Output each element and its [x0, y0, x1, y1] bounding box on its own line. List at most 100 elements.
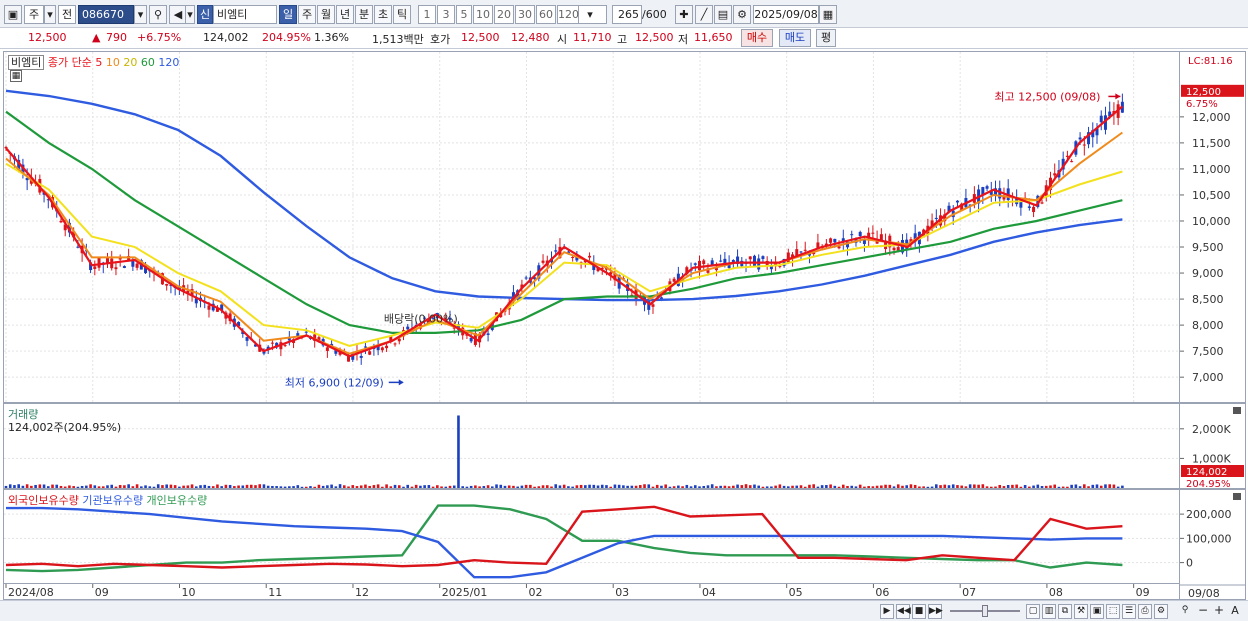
volume-bar [1011, 484, 1014, 488]
draw-line-icon[interactable]: ╱ [695, 5, 713, 24]
holdings-tick-label: 0 [1186, 557, 1193, 570]
chevron-down-icon[interactable]: ▾ [44, 5, 56, 24]
font-size-icon[interactable]: A [1228, 604, 1242, 619]
period-tab-6[interactable]: 틱 [393, 5, 411, 24]
interval-tab-10[interactable]: 10 [473, 5, 493, 24]
low-annotation: 최저 6,900 (12/09) [285, 376, 384, 389]
holdings-legend-item-0[interactable]: 외국인보유수량 [8, 494, 79, 507]
search-zoom-icon[interactable]: ⚲ [1178, 604, 1192, 619]
volume-bar [939, 485, 942, 488]
holdings-panel[interactable]: 외국인보유수량 기관보유수량 개인보유수량 [3, 489, 1180, 584]
volume-bar [748, 485, 752, 488]
chevron-down-icon[interactable]: ▾ [134, 5, 147, 24]
period-select[interactable]: 주 [24, 5, 44, 24]
period-tab-0[interactable]: 일 [279, 5, 297, 24]
legend-stock-name[interactable]: 비엠티 [8, 55, 45, 70]
date-tick-label: 10 [181, 586, 195, 599]
volume-bar [943, 484, 947, 488]
gear-icon[interactable]: ⚙ [733, 5, 751, 24]
window-menu-icon[interactable]: ▣ [4, 5, 22, 24]
rewind-icon[interactable]: ◀◀ [896, 604, 911, 619]
interval-tab-20[interactable]: 20 [494, 5, 514, 24]
stop-icon[interactable]: ■ [912, 604, 926, 619]
volume-bar [770, 486, 773, 488]
date-input[interactable]: 2025/09/08 [753, 5, 819, 24]
holdings-legend-item-2[interactable]: 개인보유수량 [143, 494, 208, 507]
volume-bar [930, 486, 934, 488]
price-legend: 비엠티 종가 단순 5 10 20 60 120 [8, 54, 179, 70]
period-tab-2[interactable]: 월 [317, 5, 335, 24]
price-chart-panel[interactable]: 최고 12,500 (09/08) 최저 6,900 (12/09) 배당락(0.0… [3, 51, 1180, 403]
candle-body [702, 260, 706, 265]
search-icon[interactable]: ⚲ [149, 5, 167, 24]
stock-code-input[interactable]: 086670 [78, 5, 134, 24]
volume-bar [541, 485, 545, 488]
quote-bar: 12,500 ▲ 790 +6.75% 124,002 204.95% 1.36… [0, 28, 1248, 49]
volume-bar [668, 486, 672, 488]
volume-bar [410, 486, 414, 488]
legend-ma-20[interactable]: 20 [120, 56, 137, 69]
period-tab-5[interactable]: 초 [374, 5, 392, 24]
volume-bar [85, 485, 88, 488]
print-icon[interactable]: ⎙ [1138, 604, 1152, 619]
interval-tab-120[interactable]: 120 [557, 5, 579, 24]
holdings-legend-item-1[interactable]: 기관보유수량 [79, 494, 143, 507]
volume-chart[interactable] [4, 404, 1180, 489]
volume-bar [1061, 486, 1065, 488]
volume-bar [254, 485, 257, 488]
tool-icon[interactable]: ⚒ [1074, 604, 1088, 619]
period-tab-3[interactable]: 년 [336, 5, 354, 24]
volume-bar [782, 485, 786, 488]
volume-bar [744, 484, 748, 488]
expand-icon[interactable]: ⬚ [1106, 604, 1120, 619]
volume-bar [402, 486, 405, 488]
period-tab-4[interactable]: 분 [355, 5, 373, 24]
sell-button[interactable]: 매도 [779, 29, 811, 47]
legend-ma-120[interactable]: 120 [155, 56, 179, 69]
volume-bar [867, 486, 870, 488]
price-chart[interactable]: 최고 12,500 (09/08) 최저 6,900 (12/09) 배당락(0.0… [4, 52, 1180, 403]
fast-forward-icon[interactable]: ▶▶ [928, 604, 943, 619]
volume-bar [461, 486, 464, 488]
volume-panel[interactable]: 거래량 124,002주(204.95%) [3, 403, 1180, 489]
split-icon[interactable]: ▥ [1042, 604, 1056, 619]
interval-tab-60[interactable]: 60 [536, 5, 556, 24]
price-tick-label: 8,500 [1192, 293, 1224, 306]
settings-icon[interactable]: ⚙ [1154, 604, 1168, 619]
volume-bar [985, 486, 989, 488]
toolbar: ▣ 주 ▾ 전 086670 ▾ ⚲ ◀ ▾ 신 비엠티 ▾ 265 /600 … [0, 0, 1248, 28]
holdings-legend: 외국인보유수량 기관보유수량 개인보유수량 [8, 492, 207, 508]
legend-ma-label[interactable]: 종가 단순 [48, 56, 92, 69]
copy-icon[interactable]: ⧉ [1058, 604, 1072, 619]
prev-button[interactable]: 전 [58, 5, 76, 24]
buy-button[interactable]: 매수 [741, 29, 773, 47]
zoom-in-icon[interactable]: + [1212, 604, 1226, 619]
chevron-down-icon[interactable]: ▾ [185, 5, 195, 24]
volume-bar [173, 485, 177, 488]
volume-bar [639, 485, 642, 488]
legend-ma-60[interactable]: 60 [137, 56, 155, 69]
bid-price: 12,480 [511, 31, 550, 44]
interval-tab-1[interactable]: 1 [418, 5, 436, 24]
volume-bar [93, 485, 97, 488]
image-icon[interactable]: ▣ [1090, 604, 1104, 619]
grid-icon[interactable]: ▦ [10, 70, 22, 82]
zoom-out-icon[interactable]: − [1196, 604, 1210, 619]
crosshair-icon[interactable]: ✚ [675, 5, 693, 24]
legend-ma-10[interactable]: 10 [102, 56, 120, 69]
count-input[interactable]: 265 [612, 5, 642, 24]
scroll-right-icon[interactable]: ▶ [880, 604, 894, 619]
stock-name-field[interactable]: 비엠티 [213, 5, 277, 24]
calendar-icon[interactable]: ▦ [819, 5, 837, 24]
interval-tab-5[interactable]: 5 [456, 5, 472, 24]
flat-button[interactable]: 평 [816, 29, 836, 47]
period-tab-1[interactable]: 주 [298, 5, 316, 24]
zoom-slider-handle[interactable] [982, 605, 988, 617]
interval-tab-3[interactable]: 3 [437, 5, 455, 24]
list-icon[interactable]: ☰ [1122, 604, 1136, 619]
layout-icon[interactable]: ▢ [1026, 604, 1040, 619]
volume-bar [626, 485, 629, 488]
save-icon[interactable]: ▤ [714, 5, 732, 24]
interval-tab-30[interactable]: 30 [515, 5, 535, 24]
volume-bar [186, 485, 190, 488]
